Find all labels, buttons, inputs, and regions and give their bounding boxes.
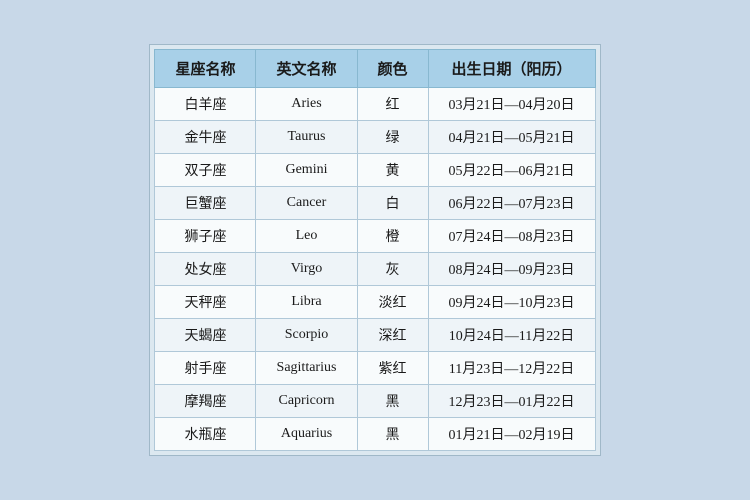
cell-dates: 08月24日—09月23日 bbox=[428, 253, 595, 286]
cell-chinese-name: 天秤座 bbox=[155, 286, 256, 319]
cell-chinese-name: 天蝎座 bbox=[155, 319, 256, 352]
cell-color: 黑 bbox=[357, 418, 428, 451]
cell-chinese-name: 摩羯座 bbox=[155, 385, 256, 418]
cell-dates: 11月23日—12月22日 bbox=[428, 352, 595, 385]
cell-color: 灰 bbox=[357, 253, 428, 286]
cell-dates: 03月21日—04月20日 bbox=[428, 88, 595, 121]
cell-color: 黑 bbox=[357, 385, 428, 418]
cell-dates: 10月24日—11月22日 bbox=[428, 319, 595, 352]
table-row: 摩羯座Capricorn黑12月23日—01月22日 bbox=[155, 385, 595, 418]
cell-chinese-name: 水瓶座 bbox=[155, 418, 256, 451]
header-english-name: 英文名称 bbox=[256, 50, 357, 88]
cell-english-name: Libra bbox=[256, 286, 357, 319]
cell-color: 红 bbox=[357, 88, 428, 121]
table-body: 白羊座Aries红03月21日—04月20日金牛座Taurus绿04月21日—0… bbox=[155, 88, 595, 451]
table-row: 天蝎座Scorpio深红10月24日—11月22日 bbox=[155, 319, 595, 352]
cell-english-name: Leo bbox=[256, 220, 357, 253]
cell-dates: 05月22日—06月21日 bbox=[428, 154, 595, 187]
cell-chinese-name: 巨蟹座 bbox=[155, 187, 256, 220]
cell-chinese-name: 处女座 bbox=[155, 253, 256, 286]
cell-dates: 06月22日—07月23日 bbox=[428, 187, 595, 220]
cell-chinese-name: 金牛座 bbox=[155, 121, 256, 154]
table-row: 金牛座Taurus绿04月21日—05月21日 bbox=[155, 121, 595, 154]
table-row: 水瓶座Aquarius黑01月21日—02月19日 bbox=[155, 418, 595, 451]
cell-english-name: Capricorn bbox=[256, 385, 357, 418]
cell-color: 橙 bbox=[357, 220, 428, 253]
cell-color: 绿 bbox=[357, 121, 428, 154]
cell-english-name: Scorpio bbox=[256, 319, 357, 352]
table-row: 巨蟹座Cancer白06月22日—07月23日 bbox=[155, 187, 595, 220]
zodiac-table: 星座名称 英文名称 颜色 出生日期（阳历） 白羊座Aries红03月21日—04… bbox=[154, 49, 595, 451]
cell-english-name: Aquarius bbox=[256, 418, 357, 451]
cell-chinese-name: 双子座 bbox=[155, 154, 256, 187]
table-row: 射手座Sagittarius紫红11月23日—12月22日 bbox=[155, 352, 595, 385]
header-chinese-name: 星座名称 bbox=[155, 50, 256, 88]
cell-dates: 04月21日—05月21日 bbox=[428, 121, 595, 154]
cell-color: 淡红 bbox=[357, 286, 428, 319]
header-dates: 出生日期（阳历） bbox=[428, 50, 595, 88]
cell-color: 黄 bbox=[357, 154, 428, 187]
table-header-row: 星座名称 英文名称 颜色 出生日期（阳历） bbox=[155, 50, 595, 88]
cell-color: 深红 bbox=[357, 319, 428, 352]
table-row: 狮子座Leo橙07月24日—08月23日 bbox=[155, 220, 595, 253]
cell-dates: 01月21日—02月19日 bbox=[428, 418, 595, 451]
table-row: 双子座Gemini黄05月22日—06月21日 bbox=[155, 154, 595, 187]
table-row: 处女座Virgo灰08月24日—09月23日 bbox=[155, 253, 595, 286]
cell-english-name: Sagittarius bbox=[256, 352, 357, 385]
cell-english-name: Gemini bbox=[256, 154, 357, 187]
table-row: 白羊座Aries红03月21日—04月20日 bbox=[155, 88, 595, 121]
cell-dates: 12月23日—01月22日 bbox=[428, 385, 595, 418]
cell-english-name: Aries bbox=[256, 88, 357, 121]
cell-dates: 07月24日—08月23日 bbox=[428, 220, 595, 253]
cell-english-name: Cancer bbox=[256, 187, 357, 220]
header-color: 颜色 bbox=[357, 50, 428, 88]
cell-chinese-name: 白羊座 bbox=[155, 88, 256, 121]
cell-color: 紫红 bbox=[357, 352, 428, 385]
cell-english-name: Taurus bbox=[256, 121, 357, 154]
table-row: 天秤座Libra淡红09月24日—10月23日 bbox=[155, 286, 595, 319]
cell-dates: 09月24日—10月23日 bbox=[428, 286, 595, 319]
cell-color: 白 bbox=[357, 187, 428, 220]
cell-chinese-name: 射手座 bbox=[155, 352, 256, 385]
cell-english-name: Virgo bbox=[256, 253, 357, 286]
cell-chinese-name: 狮子座 bbox=[155, 220, 256, 253]
zodiac-table-container: 星座名称 英文名称 颜色 出生日期（阳历） 白羊座Aries红03月21日—04… bbox=[149, 44, 600, 456]
